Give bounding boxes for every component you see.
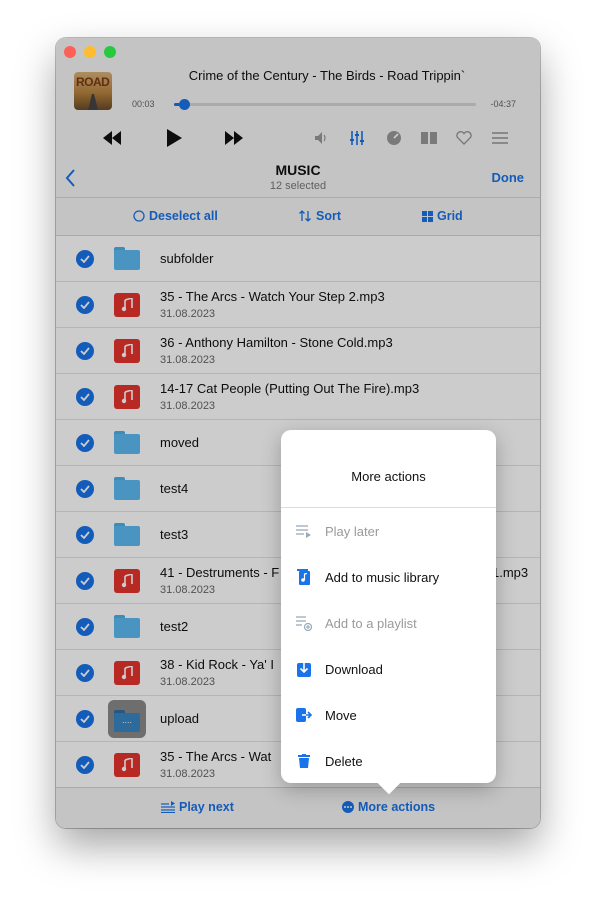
close-window-button[interactable] bbox=[64, 46, 76, 58]
menu-item-add-to-a-playlist[interactable]: Add to a playlist bbox=[295, 610, 485, 636]
menu-item-delete[interactable]: Delete bbox=[295, 748, 485, 774]
popover-title: More actions bbox=[351, 469, 426, 484]
window-controls bbox=[64, 46, 116, 58]
menu-item-move[interactable]: Move bbox=[295, 702, 485, 728]
add-playlist-icon bbox=[295, 614, 313, 632]
menu-item-label: Delete bbox=[325, 753, 363, 769]
menu-item-label: Play later bbox=[325, 523, 380, 539]
menu-item-download[interactable]: Download bbox=[295, 656, 485, 682]
maximize-window-button[interactable] bbox=[104, 46, 116, 58]
app-window: ROAD Crime of the Century - The Birds - … bbox=[56, 38, 540, 828]
popover-divider bbox=[281, 507, 496, 508]
play-later-icon bbox=[295, 522, 313, 540]
more-actions-popover: More actions Play later Add to music libr… bbox=[281, 430, 496, 795]
menu-item-label: Add to a playlist bbox=[325, 615, 417, 631]
menu-item-play-later[interactable]: Play later bbox=[295, 518, 485, 544]
menu-item-label: Add to music library bbox=[325, 569, 440, 585]
trash-icon bbox=[295, 752, 313, 770]
move-icon bbox=[295, 706, 313, 724]
menu-item-label: Download bbox=[325, 661, 383, 677]
music-library-icon bbox=[295, 568, 313, 586]
download-icon bbox=[295, 660, 313, 678]
menu-item-label: Move bbox=[325, 707, 357, 723]
minimize-window-button[interactable] bbox=[84, 46, 96, 58]
menu-item-add-to-music-library[interactable]: Add to music library bbox=[295, 564, 485, 590]
